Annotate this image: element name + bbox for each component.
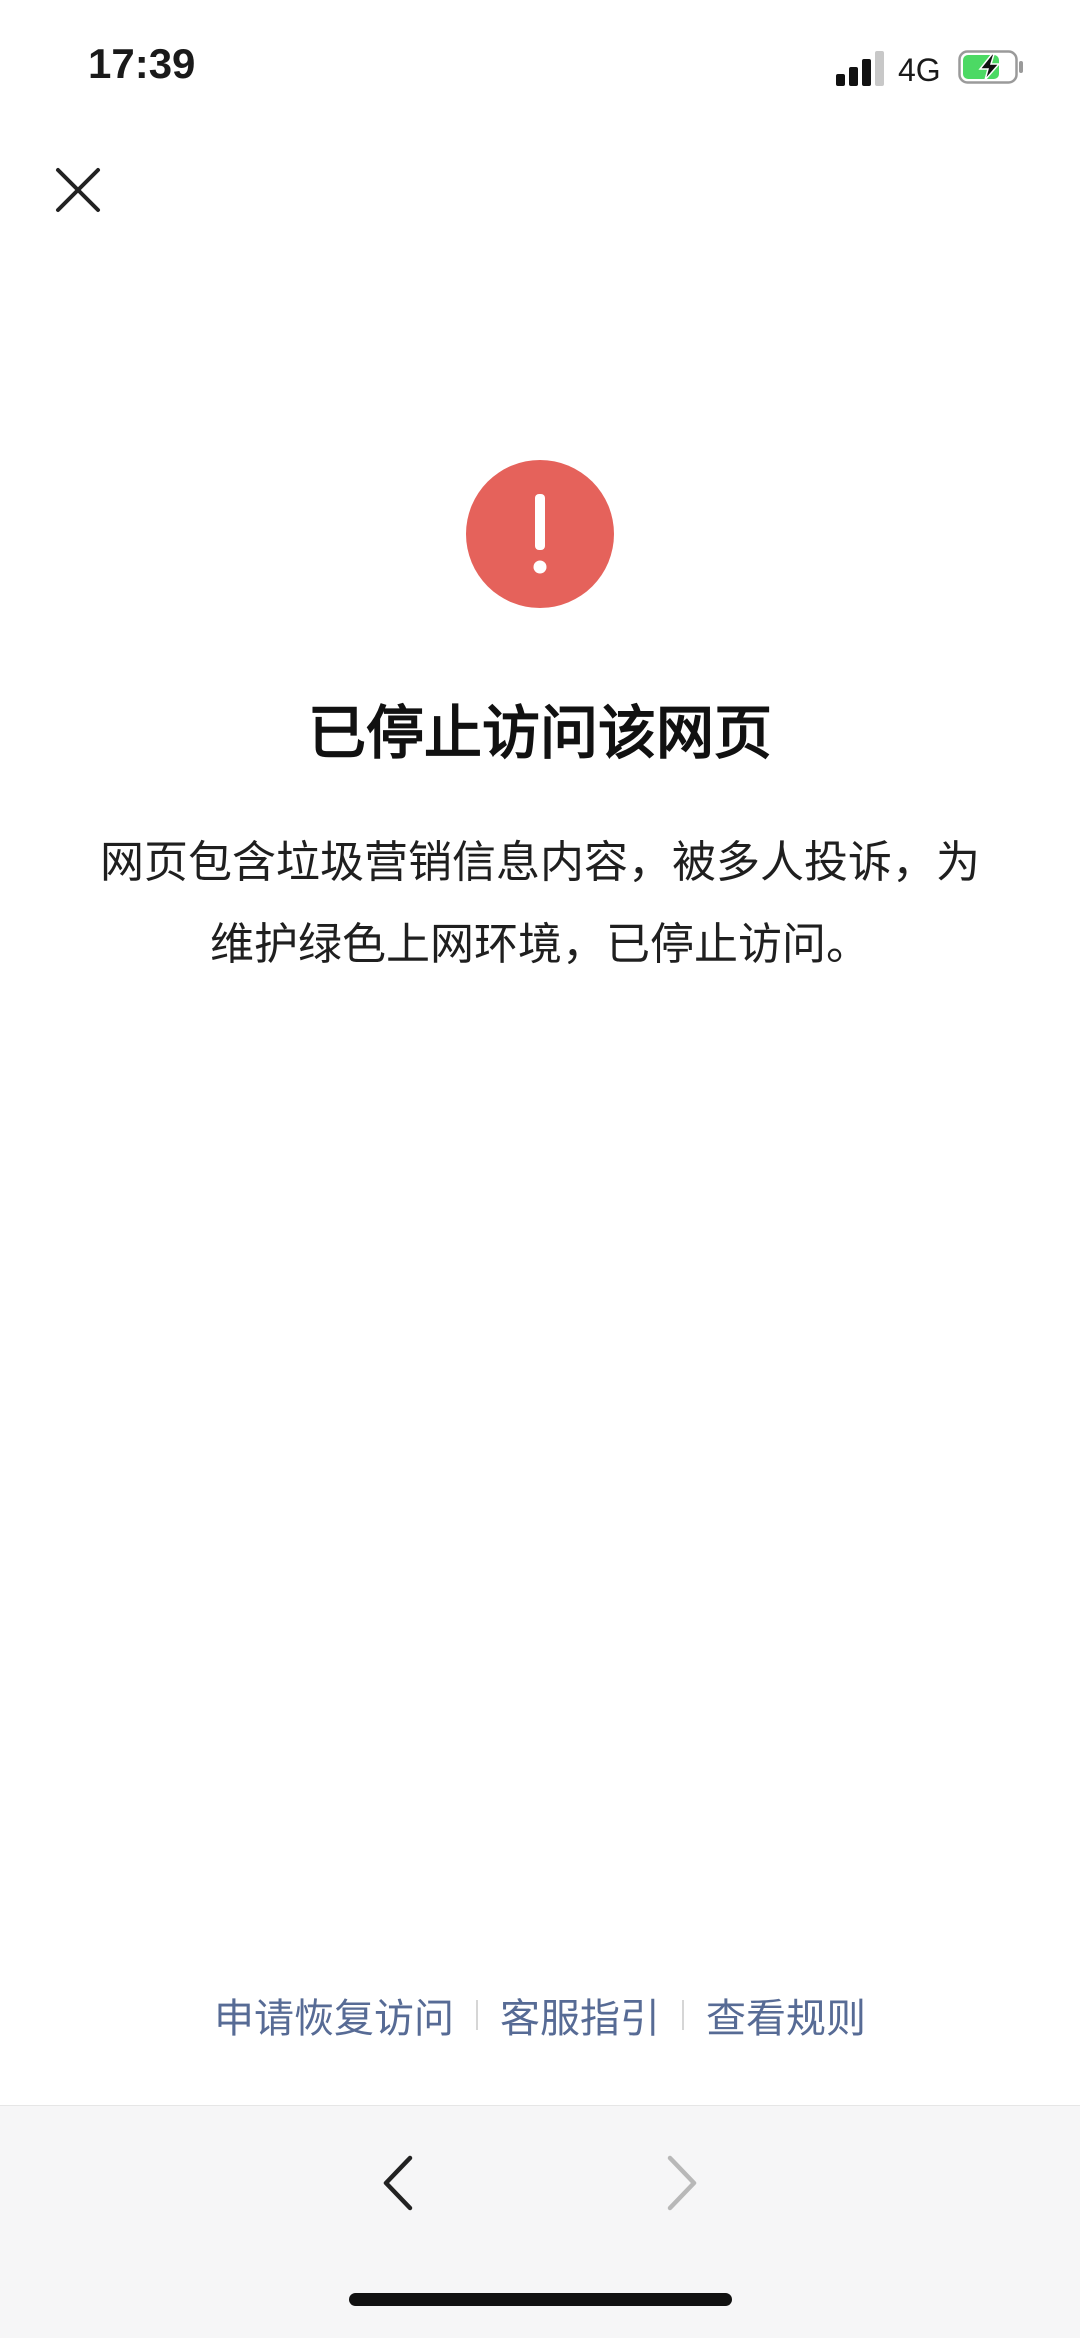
- exclamation-circle-icon: [466, 460, 614, 608]
- page-title: 已停止访问该网页: [307, 699, 772, 767]
- customer-service-guide-link[interactable]: 客服指引: [500, 1986, 660, 2044]
- status-bar: 17:39 4G: [0, 0, 1080, 130]
- chevron-right-icon: [667, 2155, 697, 2211]
- status-time: 17:39: [88, 40, 196, 87]
- forward-button[interactable]: [650, 2148, 710, 2218]
- signal-strength-icon: [836, 50, 884, 86]
- link-divider: [476, 2000, 478, 2030]
- footer-links: 申请恢复访问 客服指引 查看规则: [0, 1980, 1080, 2050]
- home-indicator: [349, 2293, 732, 2306]
- blocked-description: 网页包含垃圾营销信息内容，被多人投诉，为维护绿色上网环境，已停止访问。: [100, 837, 980, 970]
- view-rules-link[interactable]: 查看规则: [706, 1986, 866, 2044]
- chevron-left-icon: [383, 2155, 413, 2211]
- back-button[interactable]: [370, 2148, 430, 2218]
- close-icon: [56, 168, 100, 212]
- close-button[interactable]: [48, 160, 108, 220]
- battery-charging-icon: [958, 50, 1023, 84]
- request-restore-link[interactable]: 申请恢复访问: [214, 1986, 454, 2044]
- link-divider: [682, 2000, 684, 2030]
- network-type: 4G: [898, 52, 941, 88]
